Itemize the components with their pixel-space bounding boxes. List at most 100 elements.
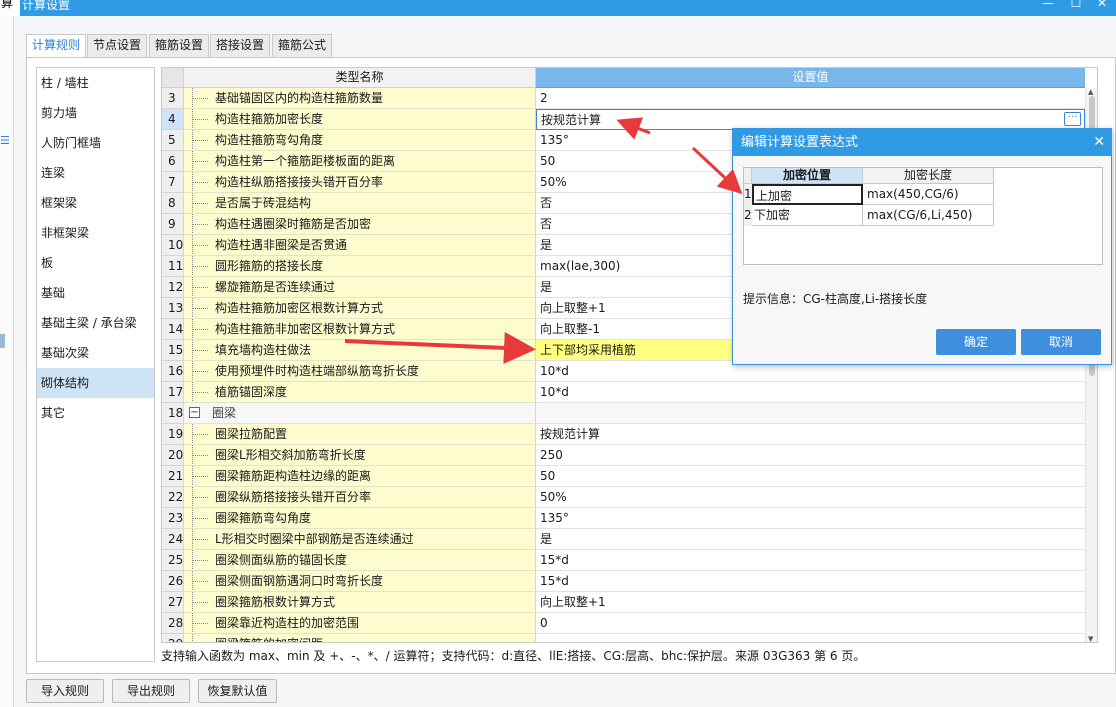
type-name-cell: 构造柱遇圈梁时箍筋是否加密 <box>184 214 536 235</box>
value-text: 15*d <box>540 574 569 588</box>
value-text: 否 <box>540 217 553 231</box>
grid-header: 类型名称 设置值 <box>162 68 1097 88</box>
row-number: 7 <box>162 172 184 193</box>
tree-line <box>192 382 210 402</box>
ok-button[interactable]: 确定 <box>936 329 1016 355</box>
minimize-icon[interactable]: — <box>1040 0 1056 10</box>
export-rules-button[interactable]: 导出规则 <box>112 679 190 703</box>
value-cell[interactable]: 50% <box>536 487 1085 508</box>
type-name-cell: 构造柱箍筋非加密区根数计算方式 <box>184 319 536 340</box>
tab-lap-settings[interactable]: 搭接设置 <box>210 34 271 57</box>
value-cell[interactable]: 50 <box>536 466 1085 487</box>
type-name-text: 使用预埋件时构造柱端部纵筋弯折长度 <box>215 364 420 378</box>
table-row[interactable]: 20 圈梁L形相交斜加筋弯折长度 250 <box>162 445 1085 466</box>
table-row[interactable]: 25 圈梁侧面纵筋的锚固长度 15*d <box>162 550 1085 571</box>
value-text: 135° <box>540 511 569 525</box>
column-header-position[interactable]: 加密位置 <box>752 168 863 184</box>
table-row[interactable]: 24 L形相交时圈梁中部钢筋是否连续通过 是 <box>162 529 1085 550</box>
row-number: 15 <box>162 340 184 361</box>
table-row[interactable]: 18− 圈梁 <box>162 403 1085 424</box>
value-cell[interactable]: 250 <box>536 445 1085 466</box>
category-item[interactable]: 板 <box>37 248 154 278</box>
table-row[interactable]: 26 圈梁侧面钢筋遇洞口时弯折长度 15*d <box>162 571 1085 592</box>
position-cell[interactable]: 下加密 <box>752 205 863 226</box>
ellipsis-button[interactable]: ··· <box>1064 112 1081 126</box>
background-app-strip: ☰ <box>0 16 14 707</box>
tab-node-settings[interactable]: 节点设置 <box>87 34 148 57</box>
collapse-icon[interactable]: − <box>189 407 200 418</box>
tab-stirrup-settings[interactable]: 箍筋设置 <box>149 34 210 57</box>
table-row[interactable]: 28 圈梁靠近构造柱的加密范围 0 <box>162 613 1085 634</box>
category-item[interactable]: 基础主梁 / 承台梁 <box>37 308 154 338</box>
category-item[interactable]: 人防门框墙 <box>37 128 154 158</box>
type-name-text: 构造柱箍筋弯勾角度 <box>215 133 324 147</box>
row-number: 17 <box>162 382 184 403</box>
value-cell[interactable] <box>536 634 1085 642</box>
import-rules-button[interactable]: 导入规则 <box>26 679 104 703</box>
tree-line <box>192 256 210 276</box>
column-header-value[interactable]: 设置值 <box>536 68 1085 88</box>
table-row[interactable]: 21 圈梁箍筋距构造柱边缘的距离 50 <box>162 466 1085 487</box>
dialog-close-icon[interactable]: ✕ <box>1093 129 1105 156</box>
length-cell[interactable]: max(CG/6,Li,450) <box>863 205 994 226</box>
value-cell[interactable]: 135° <box>536 508 1085 529</box>
cancel-button[interactable]: 取消 <box>1021 329 1101 355</box>
category-item[interactable]: 其它 <box>37 398 154 428</box>
value-cell[interactable]: 15*d <box>536 571 1085 592</box>
tab-calc-rules[interactable]: 计算规则 <box>26 34 87 58</box>
length-cell[interactable]: max(450,CG/6) <box>863 184 994 205</box>
table-row[interactable]: 22 圈梁纵筋搭接接头错开百分率 50% <box>162 487 1085 508</box>
tree-line <box>192 487 210 507</box>
category-item[interactable]: 非框架梁 <box>37 218 154 248</box>
tree-line <box>192 151 210 171</box>
row-number: 18 <box>162 403 184 424</box>
table-row[interactable]: 23 圈梁箍筋弯勾角度 135° <box>162 508 1085 529</box>
category-item-masonry[interactable]: 砌体结构 <box>37 368 154 398</box>
type-name-cell: 圈梁箍筋弯勾角度 <box>184 508 536 529</box>
type-name-text: 圈梁侧面纵筋的锚固长度 <box>215 553 348 567</box>
type-name-cell: 圈梁箍筋距构造柱边缘的距离 <box>184 466 536 487</box>
category-item[interactable]: 基础次梁 <box>37 338 154 368</box>
grid-corner <box>162 68 184 88</box>
category-item[interactable]: 基础 <box>37 278 154 308</box>
value-cell[interactable]: 按规范计算 <box>536 424 1085 445</box>
type-name-text: 圈梁箍筋根数计算方式 <box>215 595 336 609</box>
table-row[interactable]: 3 基础锚固区内的构造柱箍筋数量 2 <box>162 88 1085 109</box>
value-cell[interactable]: 2 <box>536 88 1085 109</box>
tree-line <box>192 193 210 213</box>
tree-line <box>192 592 210 612</box>
row-number: 10 <box>162 235 184 256</box>
maximize-icon[interactable]: ☐ <box>1068 0 1084 10</box>
column-header-type-name[interactable]: 类型名称 <box>184 68 536 88</box>
scroll-down-icon[interactable]: ▼ <box>1088 635 1093 642</box>
category-item[interactable]: 连梁 <box>37 158 154 188</box>
category-item[interactable]: 剪力墙 <box>37 98 154 128</box>
value-text: max(lae,300) <box>540 259 621 273</box>
table-row[interactable]: 17 植筋锚固深度 10*d <box>162 382 1085 403</box>
value-cell[interactable]: 是 <box>536 529 1085 550</box>
value-cell[interactable]: 0 <box>536 613 1085 634</box>
position-cell[interactable]: 上加密 <box>752 184 863 205</box>
type-name-text: 螺旋箍筋是否连续通过 <box>215 280 336 294</box>
category-item[interactable]: 框架梁 <box>37 188 154 218</box>
close-icon[interactable]: ✕ <box>1094 0 1110 10</box>
tree-line <box>192 529 210 549</box>
row-number: 8 <box>162 193 184 214</box>
value-cell[interactable]: 向上取整+1 <box>536 592 1085 613</box>
value-cell[interactable] <box>536 403 1085 424</box>
window-title: 计算设置 <box>22 0 71 12</box>
table-row[interactable]: 19 圈梁拉筋配置 按规范计算 <box>162 424 1085 445</box>
table-row[interactable]: 4 构造柱箍筋加密长度 按规范计算 ··· <box>162 109 1085 130</box>
value-cell[interactable]: 10*d <box>536 382 1085 403</box>
value-cell[interactable]: 15*d <box>536 550 1085 571</box>
restore-defaults-button[interactable]: 恢复默认值 <box>198 679 277 703</box>
scroll-up-icon[interactable]: ▲ <box>1088 88 1093 96</box>
table-row[interactable]: 29 圈梁箍筋的加密间距 <box>162 634 1085 642</box>
table-row[interactable]: 27 圈梁箍筋根数计算方式 向上取整+1 <box>162 592 1085 613</box>
dialog-table-corner <box>744 168 752 184</box>
category-item[interactable]: 柱 / 墙柱 <box>37 68 154 98</box>
value-cell[interactable]: 按规范计算 ··· <box>536 109 1085 130</box>
tab-stirrup-formula[interactable]: 箍筋公式 <box>272 34 333 57</box>
column-header-length[interactable]: 加密长度 <box>863 168 994 184</box>
tree-line <box>192 88 210 108</box>
